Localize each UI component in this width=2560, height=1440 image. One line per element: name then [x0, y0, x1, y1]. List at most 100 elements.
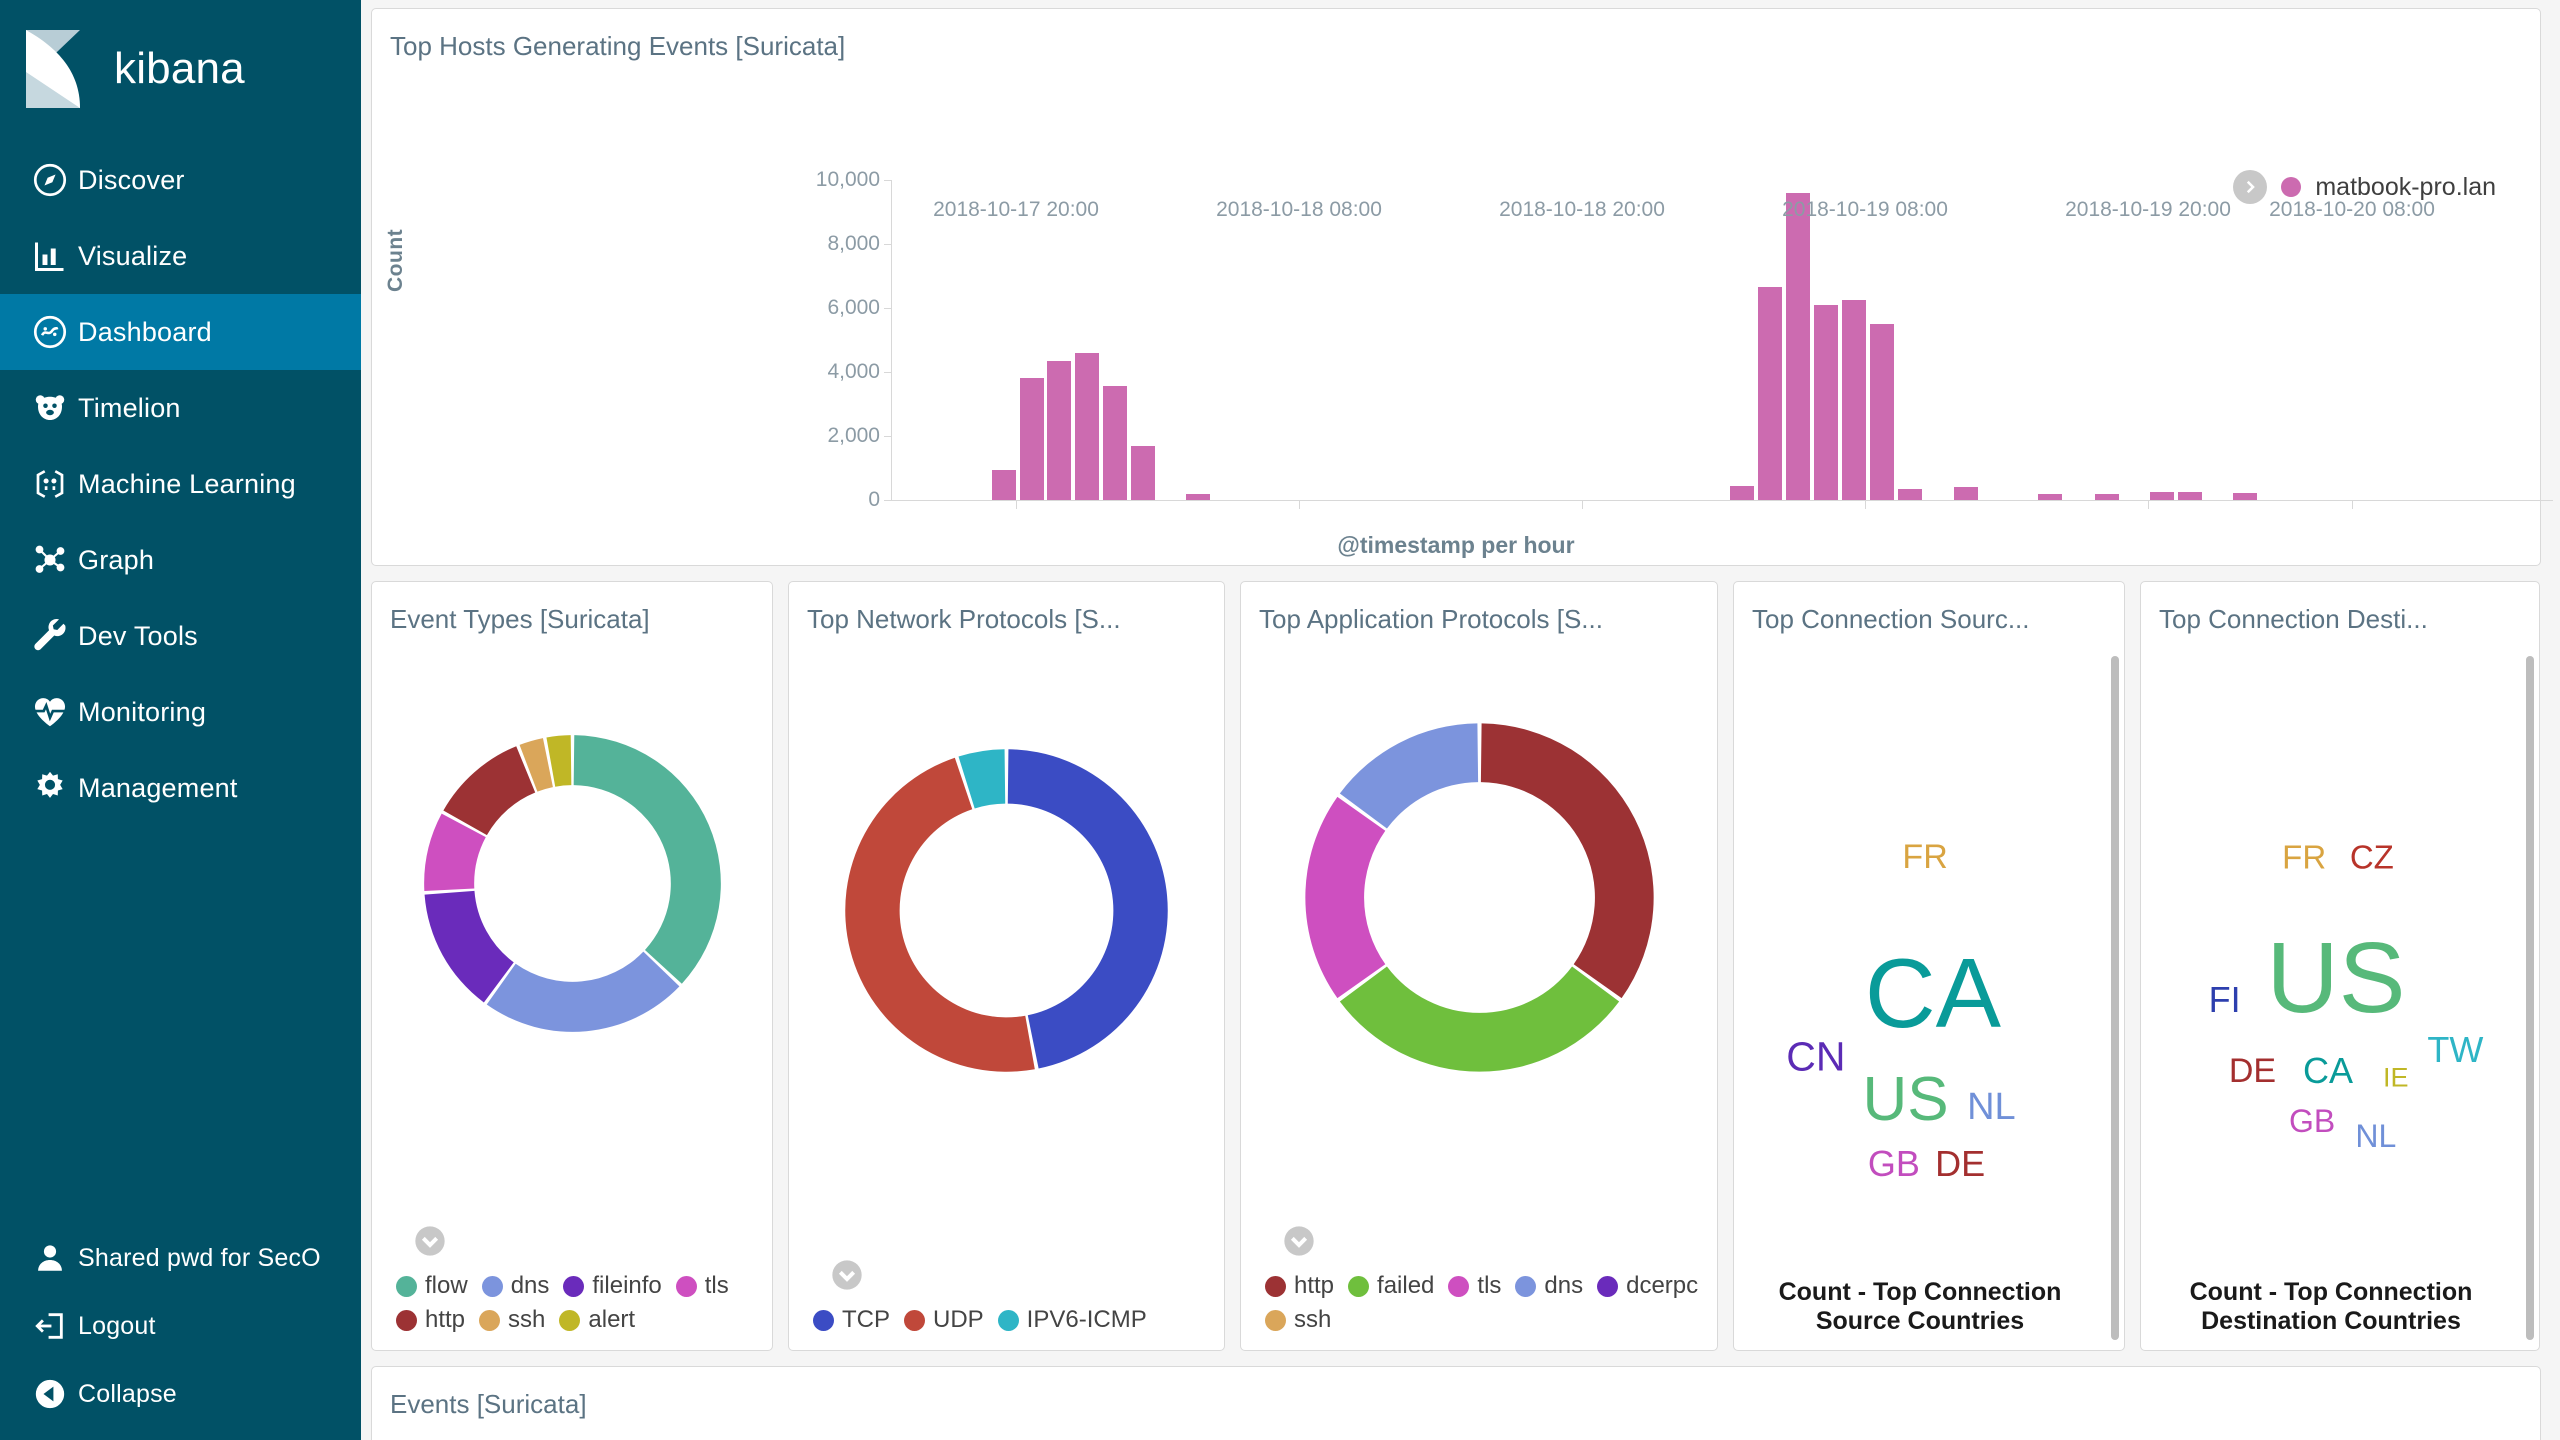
histogram-bar[interactable] [2150, 492, 2174, 500]
histogram-bar[interactable] [1186, 494, 1210, 500]
tag-cloud-word[interactable]: IE [2383, 1065, 2409, 1092]
donut-slice[interactable] [1339, 723, 1477, 828]
legend-item[interactable]: tls [676, 1272, 729, 1300]
tag-cloud-source[interactable]: FR CA CN US NL GB DE [1734, 635, 2124, 1350]
histogram-bar[interactable] [1758, 287, 1782, 500]
sidebar-item-monitoring[interactable]: Monitoring [0, 674, 361, 750]
histogram-bar[interactable] [1786, 193, 1810, 500]
sidebar-item-dev-tools[interactable]: Dev Tools [0, 598, 361, 674]
donut-svg[interactable] [819, 723, 1194, 1098]
kibana-brand[interactable]: kibana [0, 0, 361, 138]
histogram-bar[interactable] [1870, 324, 1894, 500]
donut-slice[interactable] [845, 757, 1035, 1071]
sidebar-item-dashboard[interactable]: Dashboard [0, 294, 361, 370]
tag-cloud-destination[interactable]: FR CZ US FI TW DE CA IE GB NL [2141, 635, 2539, 1350]
tag-cloud-word[interactable]: FI [2209, 982, 2241, 1018]
tag-cloud-word[interactable]: US [2267, 928, 2406, 1028]
panel-scrollbar[interactable] [2526, 656, 2534, 1340]
tag-cloud-word[interactable]: CA [2303, 1053, 2353, 1089]
tag-cloud-word[interactable]: NL [2355, 1120, 2396, 1152]
tag-cloud-word[interactable]: CZ [2350, 840, 2394, 873]
histogram-bar[interactable] [2178, 492, 2202, 500]
histogram-bar[interactable] [1020, 378, 1044, 500]
legend-label: TCP [842, 1306, 890, 1334]
histogram-bar[interactable] [1103, 386, 1127, 500]
tag-cloud-word[interactable]: CA [1865, 944, 2001, 1042]
legend-item[interactable]: fileinfo [563, 1272, 661, 1300]
wrench-icon [22, 612, 78, 660]
tag-cloud-word[interactable]: TW [2427, 1032, 2483, 1068]
donut-slice[interactable] [1480, 723, 1653, 998]
histogram-bar[interactable] [992, 470, 1016, 500]
histogram-bar[interactable] [1814, 305, 1838, 500]
legend-item[interactable]: alert [559, 1306, 635, 1334]
tag-cloud-word[interactable]: NL [1967, 1088, 2016, 1126]
legend-items[interactable]: http failed tlsdns dcerpc ssh [1261, 1272, 1705, 1334]
chevron-down-icon[interactable] [831, 1259, 1212, 1296]
legend-label: alert [588, 1306, 635, 1334]
legend-label: UDP [933, 1306, 984, 1334]
legend-item[interactable]: ssh [1265, 1306, 1331, 1334]
histogram-bar[interactable] [1131, 446, 1155, 500]
sidebar-item-collapse[interactable]: Collapse [0, 1360, 361, 1428]
sidebar-item-graph[interactable]: Graph [0, 522, 361, 598]
x-axis-tick-mark [1299, 500, 1300, 509]
histogram-bar[interactable] [2233, 493, 2257, 500]
histogram-bar[interactable] [2038, 494, 2062, 500]
tag-cloud-word[interactable]: DE [2229, 1054, 2276, 1088]
sidebar-item-user[interactable]: Shared pwd for SecO [0, 1224, 361, 1292]
legend-item[interactable]: http [396, 1306, 465, 1334]
legend-item[interactable]: flow [396, 1272, 468, 1300]
tag-cloud-word[interactable]: DE [1935, 1146, 1985, 1182]
legend-color-swatch [813, 1310, 834, 1331]
donut-svg[interactable] [1277, 695, 1682, 1100]
histogram-bar[interactable] [2095, 494, 2119, 500]
legend-item[interactable]: IPV6-ICMP [998, 1306, 1147, 1334]
legend-items[interactable]: TCP UDP IPV6-ICMP [809, 1306, 1212, 1334]
sidebar-item-discover[interactable]: Discover [0, 142, 361, 218]
histogram-bar[interactable] [1730, 486, 1754, 500]
legend-item[interactable]: dns [482, 1272, 550, 1300]
legend-item[interactable]: dns [1515, 1272, 1583, 1300]
legend-item[interactable]: ssh [479, 1306, 545, 1334]
donut-slice[interactable] [1305, 796, 1385, 997]
donut-application-protocols[interactable] [1241, 687, 1717, 1107]
donut-event-types[interactable] [372, 683, 772, 1083]
legend-items[interactable]: flowdns fileinfo tls httpssh alert [392, 1272, 760, 1334]
histogram-bar[interactable] [1842, 300, 1866, 500]
legend-item[interactable]: dcerpc [1597, 1272, 1698, 1300]
tag-cloud-word[interactable]: GB [2289, 1105, 2335, 1137]
donut-slice[interactable] [443, 746, 535, 835]
tag-cloud-word[interactable]: GB [1868, 1146, 1920, 1182]
sidebar-item-visualize[interactable]: Visualize [0, 218, 361, 294]
chevron-down-icon[interactable] [414, 1225, 760, 1262]
donut-slice[interactable] [1339, 966, 1618, 1071]
histogram-bar[interactable] [1047, 361, 1071, 500]
donut-slice[interactable] [573, 735, 720, 984]
panel-scrollbar[interactable] [2111, 656, 2119, 1340]
legend-item[interactable]: http [1265, 1272, 1334, 1300]
donut-svg[interactable] [400, 711, 745, 1056]
legend-item[interactable]: tls [1448, 1272, 1501, 1300]
tag-cloud-word[interactable]: CN [1786, 1036, 1845, 1077]
tag-cloud-word[interactable]: US [1863, 1069, 1949, 1131]
tag-cloud-word[interactable]: FR [2282, 840, 2326, 873]
histogram-bar[interactable] [1954, 487, 1978, 500]
donut-network-protocols[interactable] [789, 695, 1224, 1125]
legend-item[interactable]: failed [1348, 1272, 1434, 1300]
donut-slice[interactable] [1008, 749, 1168, 1068]
donut-slice[interactable] [486, 951, 679, 1031]
histogram-bar[interactable] [1898, 489, 1922, 500]
legend-item[interactable]: UDP [904, 1306, 984, 1334]
sidebar-item-machine-learning[interactable]: Machine Learning [0, 446, 361, 522]
sidebar-item-management[interactable]: Management [0, 750, 361, 826]
histogram-bar[interactable] [1075, 353, 1099, 500]
sidebar-item-logout[interactable]: Logout [0, 1292, 361, 1360]
legend-color-swatch [1265, 1276, 1286, 1297]
legend-item[interactable]: TCP [813, 1306, 890, 1334]
tag-cloud-word[interactable]: FR [1902, 840, 1947, 874]
panel-title: Top Application Protocols [S... [1241, 582, 1717, 635]
sidebar-item-timelion[interactable]: Timelion [0, 370, 361, 446]
x-axis-tick-label: 2018-10-19 20:00 [2065, 198, 2231, 222]
chevron-down-icon[interactable] [1283, 1225, 1705, 1262]
